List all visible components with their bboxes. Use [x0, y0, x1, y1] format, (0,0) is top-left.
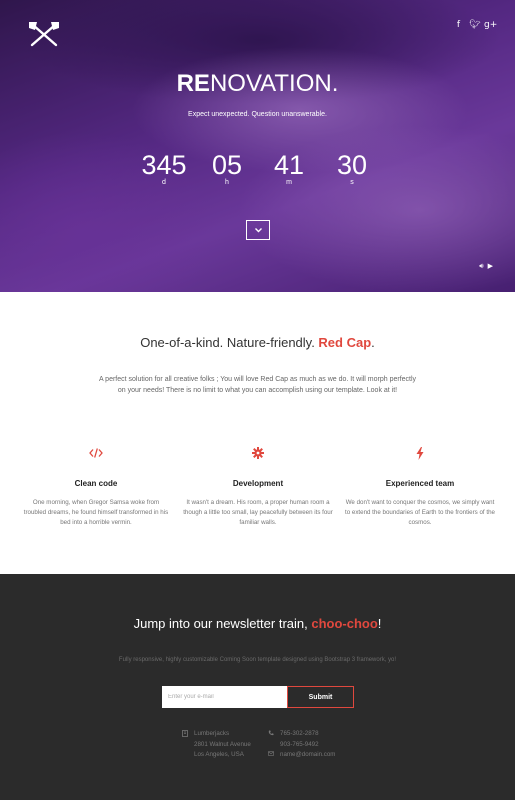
brand-title: RENOVATION.: [0, 70, 515, 98]
countdown-minutes: 41 m: [259, 150, 319, 186]
feature-experienced-team: Experienced team We don't want to conque…: [345, 447, 495, 528]
tagline: Expect unexpected. Question unanswerable…: [188, 111, 327, 118]
newsletter-title-accent: choo-choo: [311, 616, 378, 631]
countdown: 345 d 05 h 41 m 30 s: [0, 150, 515, 194]
social-links: f 🐦︎ g+: [454, 20, 497, 31]
twitter-icon[interactable]: 🐦︎: [469, 20, 480, 31]
newsletter-title-prefix: Jump into our newsletter train,: [133, 616, 312, 631]
address-line: Lumberjacks: [194, 730, 230, 737]
countdown-hours: 05 h: [197, 150, 257, 186]
brand-title-bold: RE: [176, 70, 210, 97]
feature-text: It wasn't a dream. His room, a proper hu…: [183, 499, 333, 526]
media-controls: 🔊︎ ▶: [479, 262, 493, 271]
building-icon: [182, 730, 188, 737]
newsletter-title: Jump into our newsletter train, choo-cho…: [0, 616, 515, 631]
countdown-seconds-value: 30: [336, 150, 368, 180]
countdown-days-value: 345: [141, 150, 187, 180]
newsletter-form: Submit: [162, 686, 354, 708]
facebook-icon[interactable]: f: [454, 20, 463, 31]
submit-button[interactable]: Submit: [287, 686, 354, 708]
headline-accent: Red Cap: [318, 335, 372, 350]
headline-suffix: .: [371, 335, 375, 350]
address-line: 2801 Walnut Avenue: [194, 740, 251, 748]
countdown-days-label: d: [162, 179, 166, 186]
feature-clean-code: Clean code One morning, when Gregor Sams…: [21, 447, 171, 528]
countdown-minutes-label: m: [286, 179, 292, 186]
newsletter-section: Jump into our newsletter train, choo-cho…: [0, 574, 515, 800]
newsletter-subtitle: Fully responsive, highly customizable Co…: [118, 657, 397, 663]
countdown-minutes-value: 41: [273, 150, 305, 180]
email-input[interactable]: [162, 686, 287, 708]
phone-number: 765-302-2878: [280, 730, 319, 737]
contact-address: Lumberjacks 2801 Walnut Avenue Los Angel…: [182, 729, 251, 761]
features-intro: A perfect solution for all creative folk…: [98, 376, 417, 394]
lightning-icon: [416, 447, 424, 460]
feature-text: We don't want to conquer the cosmos, we …: [345, 499, 495, 526]
google-plus-icon[interactable]: g+: [484, 20, 497, 31]
contact-email[interactable]: name@domain.com: [280, 750, 335, 761]
features-headline: One-of-a-kind. Nature-friendly. Red Cap.: [0, 335, 515, 350]
feature-title: Experienced team: [385, 479, 455, 488]
code-icon: [89, 448, 103, 458]
scroll-down-button[interactable]: [246, 220, 270, 240]
hero-section: f 🐦︎ g+ RENOVATION. Expect unexpected. Q…: [0, 0, 515, 292]
crossed-axes-logo-icon[interactable]: [26, 20, 62, 48]
feature-title: Development: [232, 479, 284, 488]
contact-phone-email: 765-302-2878 903-765-9492 name@domain.co…: [268, 729, 335, 761]
features-section: One-of-a-kind. Nature-friendly. Red Cap.…: [0, 292, 515, 574]
hero-overlay: [0, 0, 515, 292]
countdown-hours-value: 05: [211, 150, 243, 180]
countdown-seconds-label: s: [350, 179, 354, 186]
gear-icon: [252, 447, 264, 459]
chevron-down-icon: [255, 228, 262, 233]
phone-icon: [268, 730, 274, 736]
play-icon[interactable]: ▶: [488, 262, 493, 271]
newsletter-title-suffix: !: [377, 616, 382, 631]
address-line: Los Angeles, USA: [194, 751, 244, 758]
feature-development: Development It wasn't a dream. His room,…: [183, 447, 333, 528]
headline-prefix: One-of-a-kind. Nature-friendly.: [140, 335, 319, 350]
envelope-icon: [268, 751, 274, 756]
countdown-hours-label: h: [225, 179, 229, 186]
volume-icon[interactable]: 🔊︎: [479, 262, 483, 271]
phone-number: 903-765-9492: [280, 740, 319, 748]
feature-text: One morning, when Gregor Samsa woke from…: [23, 499, 169, 526]
countdown-seconds: 30 s: [322, 150, 382, 186]
feature-title: Clean code: [74, 479, 118, 488]
brand-title-rest: NOVATION.: [209, 70, 339, 97]
countdown-days: 345 d: [134, 150, 194, 186]
